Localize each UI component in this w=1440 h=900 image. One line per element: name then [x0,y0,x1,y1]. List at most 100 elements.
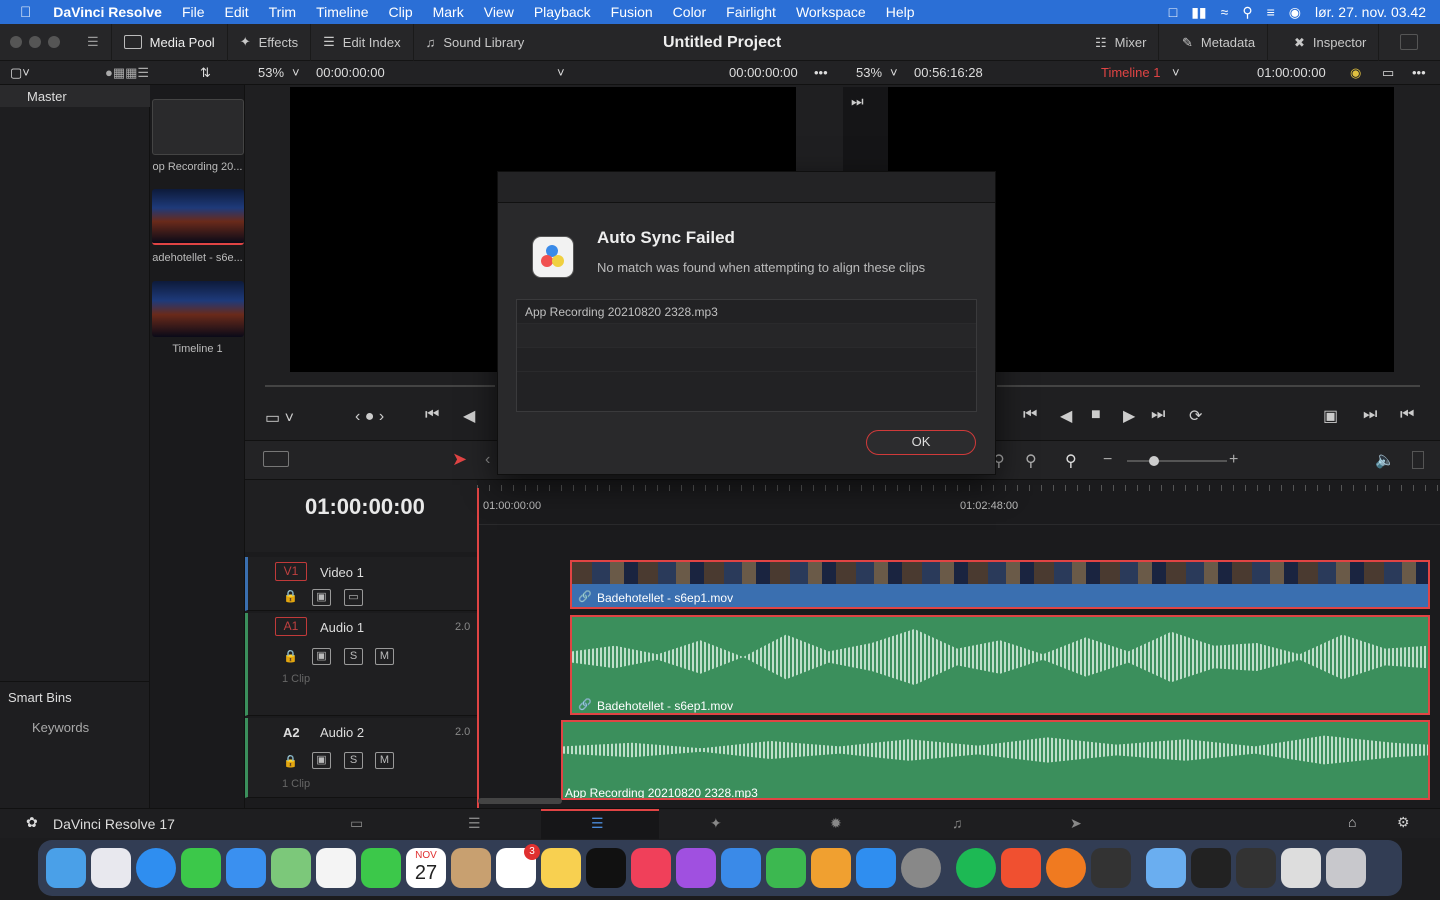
contacts-icon[interactable] [451,848,491,888]
view-mode-icons[interactable]: ●▦▦☰ [105,65,149,81]
mute-button[interactable]: M [375,648,394,665]
media-clip-app-recording[interactable] [152,99,244,155]
zoom-out-icon[interactable]: − [1103,451,1112,469]
list-item[interactable]: App Recording 20210820 2328.mp3 [517,300,976,324]
viewer-mode-icon[interactable]: ▭ [1382,65,1394,81]
screenshot-thumbnail-icon[interactable] [1281,848,1321,888]
timeline-scrollbar[interactable] [478,798,562,804]
ok-button[interactable]: OK [866,430,976,455]
loop-icon[interactable]: ⟳ [1189,406,1202,426]
menubar-clock[interactable]: lør. 27. nov. 03.42 [1315,4,1426,20]
timeline-scrubber[interactable] [997,385,1420,387]
page-fairlight-icon[interactable]: ♫ [952,815,963,831]
siri-icon[interactable]: ◉ [1289,4,1301,21]
auto-select-icon[interactable]: ▣ [312,752,331,769]
media-pool-button[interactable]: Media Pool [112,23,228,61]
page-deliver-icon[interactable]: ➤ [1070,815,1082,832]
track-header-a2[interactable]: A2 Audio 2 2.0 🔒 ▣ S M 1 Clip [245,718,477,798]
lock-icon[interactable]: 🔒 [283,589,298,603]
video-clip-badehotellet[interactable]: Badehotellet - s6ep1.mov 🔗 [570,560,1430,609]
screenshot-thumbnail-icon[interactable] [1236,848,1276,888]
mixer-toggle-icon[interactable] [1412,451,1424,469]
menu-fairlight[interactable]: Fairlight [716,4,786,20]
menu-clip[interactable]: Clip [378,4,422,20]
settings-gear-icon[interactable]: ⚙ [1397,814,1410,831]
screen-mirror-icon[interactable]: □ [1169,4,1177,20]
timeline-zoom-dropdown-icon[interactable]: ˅ [890,65,898,80]
mute-button[interactable]: M [375,752,394,769]
zoom-dropdown-icon[interactable]: ˅ [292,65,300,80]
bin-master[interactable]: Master [0,85,150,107]
swift-playgrounds-icon[interactable] [1001,848,1041,888]
close-window-button[interactable] [10,36,22,48]
mark-out-icon[interactable]: ⏮ [1400,406,1414,424]
source-view-icon[interactable]: ▭ ˅ [265,408,294,428]
zoom-custom-icon[interactable]: ⚲ [1065,451,1077,471]
playhead[interactable] [477,488,479,808]
control-center-icon[interactable]: ≡ [1267,4,1275,20]
screenshot-thumbnail-icon[interactable] [1191,848,1231,888]
track-tag-v1[interactable]: V1 [275,562,307,581]
collapse-panel-icon[interactable] [1400,34,1418,50]
track-name-v1[interactable]: Video 1 [320,565,364,580]
mixer-button[interactable]: ☷ Mixer [1083,24,1160,61]
solo-button[interactable]: S [344,648,363,665]
disable-video-icon[interactable]: ▭ [344,589,363,606]
launchpad-icon[interactable] [91,848,131,888]
mark-in-icon[interactable]: ⏭ [1363,406,1377,424]
auto-select-icon[interactable]: ▣ [312,648,331,665]
timeline-play-reverse-icon[interactable]: ◀ [1060,406,1072,426]
reminders-icon[interactable]: 3 [496,844,540,888]
timeline-more-icon[interactable]: ••• [1412,65,1426,80]
minimize-window-button[interactable] [29,36,41,48]
match-frame-icon[interactable]: ▣ [1323,406,1338,426]
menu-color[interactable]: Color [663,4,716,20]
music-icon[interactable] [631,848,671,888]
selection-tool-icon[interactable]: ➤ [452,449,467,470]
messages-icon[interactable] [181,848,221,888]
edit-index-button[interactable]: ☰ Edit Index [311,23,414,61]
go-to-end-icon[interactable]: ⏭ [1151,406,1165,424]
finder-icon[interactable] [46,848,86,888]
zoom-slider[interactable] [1127,456,1227,466]
next-clip-icon[interactable]: ⏭ [851,93,864,110]
source-scrubber[interactable] [265,385,495,387]
spotify-icon[interactable] [956,848,996,888]
timeline-dropdown-icon[interactable]: ˅ [1172,65,1180,80]
source-zoom[interactable]: 53% [258,65,284,80]
menu-trim[interactable]: Trim [259,4,306,20]
mail-icon[interactable] [226,848,266,888]
spotlight-search-icon[interactable]: ⚲ [1242,4,1252,21]
zoom-window-button[interactable] [48,36,60,48]
timeline-name-dropdown[interactable]: Timeline 1 [1101,65,1160,80]
play-reverse-icon[interactable]: ◀ [463,406,475,426]
timeline-view-options-icon[interactable] [263,451,289,467]
timeline-ruler[interactable] [477,485,1440,525]
sound-library-button[interactable]: ♫ Sound Library [414,24,537,61]
jog-control-icon[interactable]: ‹ ● › [355,408,384,426]
menu-mark[interactable]: Mark [423,4,474,20]
zoom-in-icon[interactable]: + [1229,451,1238,469]
viewer-options-icon[interactable]: ◉ [1350,65,1361,81]
metadata-button[interactable]: ✎ Metadata [1170,24,1269,61]
menu-edit[interactable]: Edit [215,4,259,20]
track-tag-a2[interactable]: A2 [283,725,300,740]
smart-bin-keywords[interactable]: Keywords [32,720,89,735]
menu-playback[interactable]: Playback [524,4,601,20]
podcasts-icon[interactable] [676,848,716,888]
pages-icon[interactable] [811,848,851,888]
photos-icon[interactable] [316,848,356,888]
page-fusion-icon[interactable]: ✦ [710,815,722,832]
numbers-icon[interactable] [766,848,806,888]
solo-button[interactable]: S [344,752,363,769]
apple-icon[interactable]:  [0,4,41,21]
menu-fusion[interactable]: Fusion [601,4,663,20]
facetime-icon[interactable] [361,848,401,888]
stop-icon[interactable]: ■ [1091,406,1101,424]
media-clip-badehotellet[interactable] [152,189,244,245]
track-header-a1[interactable]: A1 Audio 1 2.0 🔒 ▣ S M 1 Clip [245,613,477,716]
track-name-a2[interactable]: Audio 2 [320,725,364,740]
track-header-v1[interactable]: V1 Video 1 🔒 ▣ ▭ [245,557,477,611]
workspace-layout-icon[interactable]: ☰ [87,34,99,50]
audio-clip-a2[interactable]: App Recording 20210820 2328.mp3 [561,720,1430,800]
